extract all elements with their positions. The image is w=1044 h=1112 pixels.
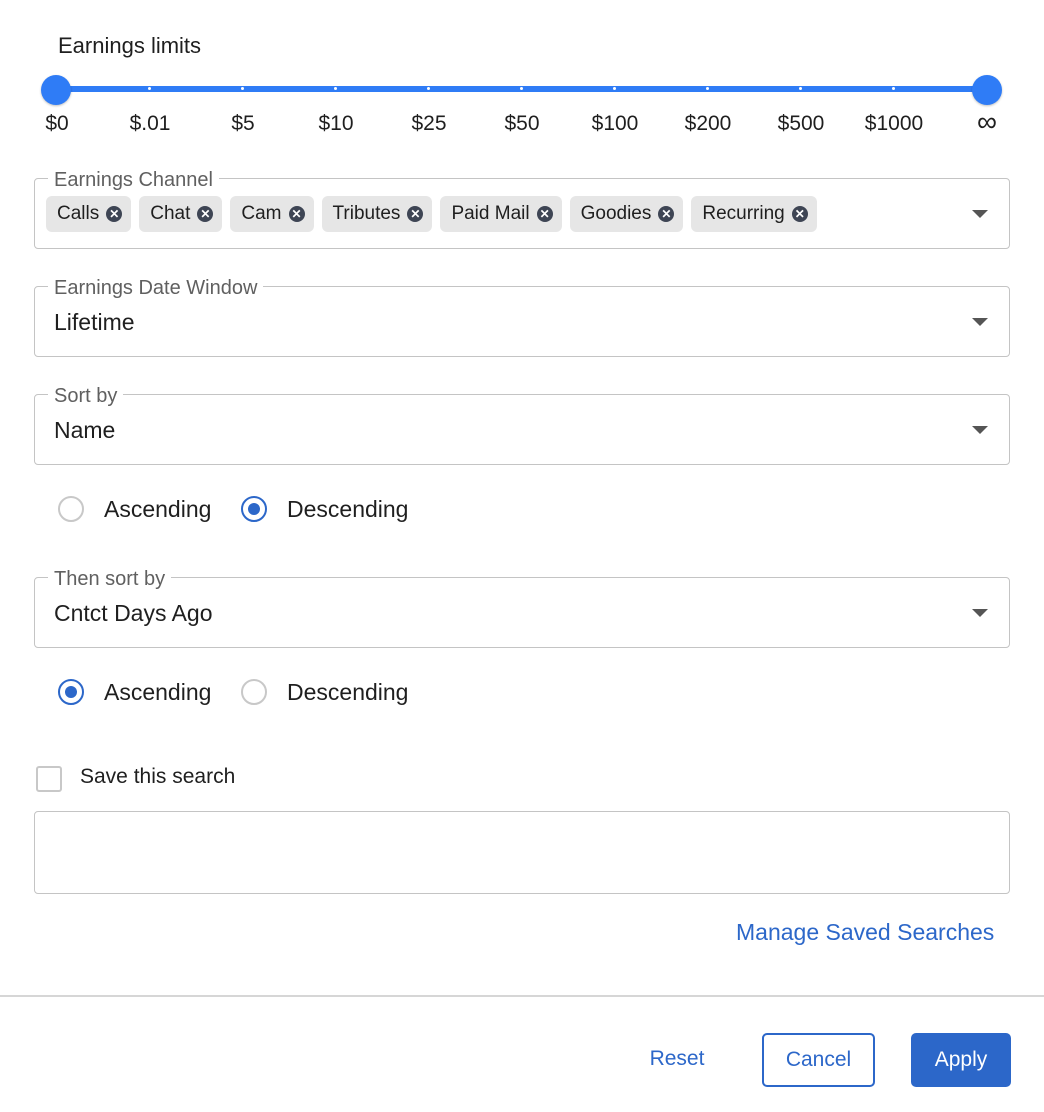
then-sort-descending-radio[interactable]: [241, 679, 267, 705]
slider-mark: $100: [591, 112, 639, 135]
slider-max-thumb[interactable]: [972, 75, 1002, 105]
then-sort-ascending-radio[interactable]: [58, 679, 84, 705]
apply-button[interactable]: Apply: [911, 1033, 1011, 1087]
chip-recurring: Recurring ✕: [691, 196, 817, 232]
sort-ascending-radio[interactable]: [58, 496, 84, 522]
slider-mark: $200: [684, 112, 732, 135]
slider-mark: $5: [231, 112, 255, 135]
chip-chat: Chat ✕: [139, 196, 223, 232]
slider-mark: $0: [45, 112, 69, 135]
slider-tick: [334, 87, 337, 90]
slider-mark: $500: [777, 112, 825, 135]
save-search-checkbox[interactable]: [36, 766, 62, 792]
slider-mark: $25: [411, 112, 447, 135]
sort-by-label: Sort by: [48, 384, 124, 408]
slider-mark: $50: [504, 112, 540, 135]
earnings-limits-title: Earnings limits: [58, 33, 202, 58]
sort-by-select[interactable]: [34, 394, 1010, 465]
close-circle-icon[interactable]: ✕: [288, 206, 305, 222]
slider-mark: ∞: [977, 106, 997, 137]
earnings-channel-chips: Calls ✕ Chat ✕ Cam ✕ Tributes ✕ Paid Mail ✕ G…: [46, 196, 817, 232]
close-circle-icon[interactable]: ✕: [197, 206, 214, 222]
cancel-button[interactable]: Cancel: [762, 1033, 875, 1087]
slider-tick: [706, 87, 709, 90]
then-sort-by-label: Then sort by: [48, 567, 172, 591]
then-sort-descending-label[interactable]: Descending: [287, 679, 408, 706]
save-search-label[interactable]: Save this search: [80, 765, 235, 789]
chip-cam: Cam ✕: [230, 196, 314, 232]
sort-descending-radio[interactable]: [241, 496, 267, 522]
dropdown-arrow-icon[interactable]: [972, 609, 988, 617]
footer-divider: [0, 995, 1044, 997]
earnings-channel-label: Earnings Channel: [48, 168, 219, 192]
dropdown-arrow-icon[interactable]: [972, 210, 988, 218]
slider-tick: [613, 87, 616, 90]
slider-tick: [427, 87, 430, 90]
slider-mark: $1000: [864, 112, 924, 135]
date-window-value: Lifetime: [54, 309, 135, 335]
slider-tick: [148, 87, 151, 90]
slider-mark: $.01: [129, 112, 171, 135]
chip-goodies: Goodies ✕: [569, 196, 684, 232]
dropdown-arrow-icon[interactable]: [972, 318, 988, 326]
close-circle-icon[interactable]: ✕: [106, 206, 123, 222]
slider-tick: [520, 87, 523, 90]
sort-ascending-label[interactable]: Ascending: [104, 496, 211, 523]
close-circle-icon[interactable]: ✕: [791, 206, 808, 222]
slider-mark: $10: [318, 112, 354, 135]
dropdown-arrow-icon[interactable]: [972, 426, 988, 434]
chip-calls: Calls ✕: [46, 196, 132, 232]
sort-descending-label[interactable]: Descending: [287, 496, 408, 523]
close-circle-icon[interactable]: ✕: [658, 206, 675, 222]
close-circle-icon[interactable]: ✕: [536, 206, 553, 222]
sort-by-value: Name: [54, 417, 116, 443]
chip-paid-mail: Paid Mail ✕: [440, 196, 562, 232]
slider-tick: [799, 87, 802, 90]
close-circle-icon[interactable]: ✕: [407, 206, 424, 222]
chip-tributes: Tributes ✕: [321, 196, 433, 232]
then-sort-by-value: Cntct Days Ago: [54, 600, 213, 626]
reset-button[interactable]: Reset: [630, 1033, 724, 1085]
save-search-name-input[interactable]: [34, 811, 1010, 894]
then-sort-ascending-label[interactable]: Ascending: [104, 679, 211, 706]
manage-saved-searches-link[interactable]: Manage Saved Searches: [736, 919, 994, 946]
date-window-label: Earnings Date Window: [48, 276, 264, 300]
slider-tick: [892, 87, 895, 90]
slider-min-thumb[interactable]: [41, 75, 71, 105]
slider-tick: [241, 87, 244, 90]
